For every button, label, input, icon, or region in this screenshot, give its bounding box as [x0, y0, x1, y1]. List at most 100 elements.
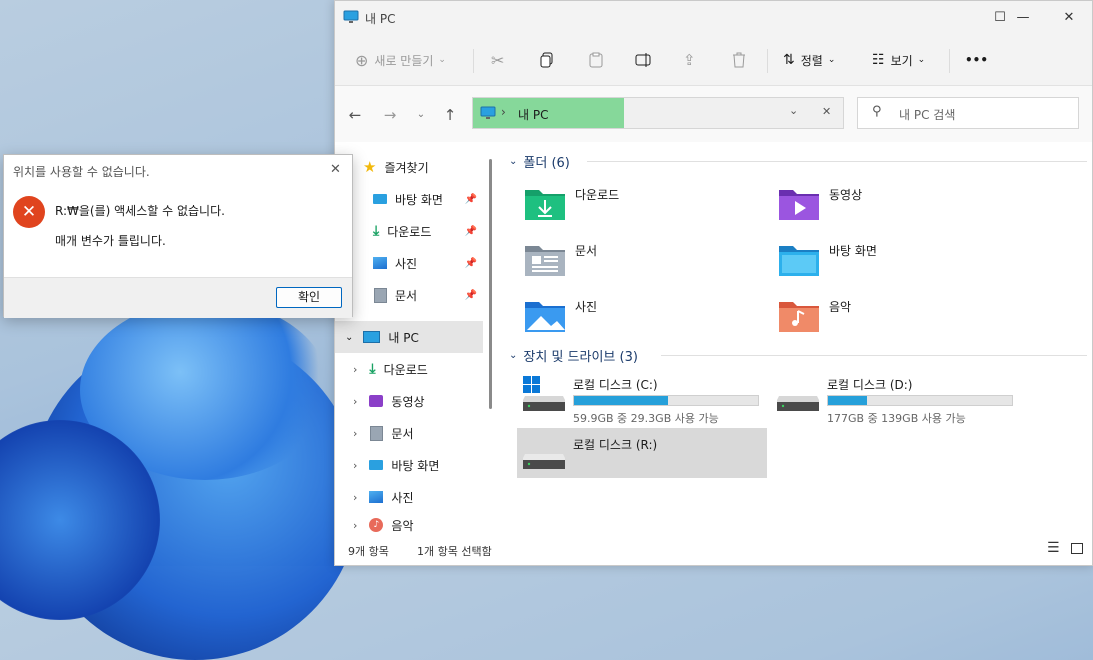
pin-icon[interactable]: 📌	[465, 194, 477, 205]
sort-button[interactable]: ⇅ 정렬 ⌄	[783, 47, 835, 73]
documents-icon	[374, 287, 387, 303]
sidebar-item-label: 다운로드	[387, 224, 432, 239]
chevron-down-icon: ⌄	[416, 109, 426, 120]
back-button[interactable]: ←	[345, 105, 365, 125]
search-input[interactable]: 내 PC 검색	[899, 106, 955, 123]
sidebar-item-pc-downloads[interactable]: › ⤓ 다운로드	[335, 353, 483, 385]
address-bar[interactable]: › 내 PC ⌄ ✕	[472, 97, 844, 129]
sidebar-item-pc-documents[interactable]: › 문서	[335, 417, 483, 449]
copy-button[interactable]	[540, 47, 554, 73]
address-clear-icon[interactable]: ✕	[822, 105, 831, 118]
view-icon: ☷	[872, 52, 885, 68]
search-icon: ⚲	[872, 104, 882, 119]
this-pc-icon	[363, 331, 381, 343]
new-button[interactable]: ⊕ 새로 만들기 ⌄	[355, 47, 446, 73]
dialog-footer: 확인	[4, 277, 352, 318]
chevron-right-icon[interactable]: ›	[353, 363, 357, 376]
breadcrumb[interactable]: 내 PC	[518, 106, 548, 123]
pin-icon[interactable]: 📌	[465, 258, 477, 269]
folder-videos[interactable]: 동영상	[777, 180, 862, 228]
star-icon: ★	[363, 158, 377, 176]
sidebar-item-this-pc[interactable]: ⌄ 내 PC	[335, 321, 483, 353]
drive-d[interactable]: 로컬 디스크 (D:) 177GB 중 139GB 사용 가능	[771, 374, 1019, 425]
dialog-close-button[interactable]: ✕	[330, 162, 341, 177]
view-button[interactable]: ☷ 보기 ⌄	[872, 47, 925, 73]
arrow-up-icon: ↑	[443, 106, 457, 124]
paste-button[interactable]	[588, 47, 604, 73]
chevron-right-icon[interactable]: ›	[353, 491, 357, 504]
download-icon: ⤓	[369, 361, 376, 377]
pin-icon[interactable]: 📌	[465, 226, 477, 237]
folder-downloads[interactable]: 다운로드	[523, 180, 619, 228]
close-button[interactable]: ✕	[1046, 1, 1092, 33]
chevron-right-icon[interactable]: ›	[353, 427, 357, 440]
rename-icon	[635, 53, 651, 67]
ok-button[interactable]: 확인	[276, 287, 342, 308]
documents-icon	[370, 425, 384, 441]
chevron-down-icon: ⌄	[438, 55, 446, 65]
plus-icon: ⊕	[355, 50, 369, 70]
sidebar-scrollbar[interactable]	[489, 159, 492, 409]
sidebar-item-pc-pictures[interactable]: › 사진	[335, 481, 483, 513]
forward-button[interactable]: →	[380, 105, 400, 125]
sidebar-item-pc-videos[interactable]: › 동영상	[335, 385, 483, 417]
sidebar-item-downloads[interactable]: ⤓ 다운로드 📌	[335, 215, 483, 247]
group-title: 장치 및 드라이브 (3)	[523, 350, 638, 365]
this-pc-icon	[343, 10, 359, 23]
folder-pictures[interactable]: 사진	[523, 292, 597, 340]
pictures-icon	[369, 491, 384, 503]
delete-button[interactable]	[732, 47, 746, 73]
new-label: 새로 만들기	[374, 53, 434, 68]
sidebar-item-desktop[interactable]: 바탕 화면 📌	[335, 183, 483, 215]
sidebar-item-label: 동영상	[391, 394, 425, 409]
toolbar-divider	[767, 49, 768, 73]
toolbar-divider	[473, 49, 474, 73]
music-folder-icon	[779, 302, 819, 332]
sidebar-item-label: 바탕 화면	[395, 192, 443, 207]
pin-icon[interactable]: 📌	[465, 290, 477, 301]
share-button[interactable]: ⇪	[683, 47, 696, 73]
search-box[interactable]: ⚲ 내 PC 검색	[857, 97, 1079, 129]
chevron-right-icon[interactable]: ›	[353, 459, 357, 472]
drive-name: 로컬 디스크 (C:)	[573, 378, 658, 392]
trash-icon	[733, 52, 745, 68]
navigation-row: ← → ⌄ ↑ › 내 PC ⌄ ✕ ⚲ 내 PC 검색	[335, 86, 1092, 142]
folder-music[interactable]: 음악	[777, 292, 851, 340]
chevron-down-icon: ⌄	[509, 350, 518, 361]
sidebar-item-documents[interactable]: 문서 📌	[335, 279, 483, 311]
drive-usage-bar	[573, 395, 759, 406]
chevron-right-icon[interactable]: ›	[353, 519, 357, 532]
address-dropdown-icon[interactable]: ⌄	[789, 104, 798, 117]
folder-label: 다운로드	[575, 187, 620, 202]
drive-c[interactable]: 로컬 디스크 (C:) 59.9GB 중 29.3GB 사용 가능	[517, 374, 765, 425]
more-options-button[interactable]: •••	[965, 47, 988, 73]
chevron-down-icon: ⌄	[917, 55, 926, 65]
cut-button[interactable]: ✂	[491, 47, 504, 73]
share-icon: ⇪	[683, 51, 696, 69]
up-button[interactable]: ↑	[440, 105, 460, 125]
sidebar-item-pc-desktop[interactable]: › 바탕 화면	[335, 449, 483, 481]
dialog-message: R:₩을(를) 액세스할 수 없습니다.	[55, 204, 225, 218]
chevron-right-icon[interactable]: ›	[353, 395, 357, 408]
drive-r[interactable]: 로컬 디스크 (R:)	[517, 428, 767, 478]
drive-name: 로컬 디스크 (D:)	[827, 378, 913, 392]
details-view-icon[interactable]: ☰	[1047, 540, 1060, 556]
item-count: 9개 항목	[348, 545, 389, 558]
recent-locations-button[interactable]: ⌄	[411, 105, 431, 125]
group-divider	[587, 161, 1087, 162]
folder-desktop[interactable]: 바탕 화면	[777, 236, 877, 284]
rename-button[interactable]	[635, 47, 653, 73]
error-icon: ✕	[13, 196, 45, 228]
sidebar-item-pc-music[interactable]: › ♪ 음악	[335, 513, 483, 537]
folders-group-header[interactable]: ⌄ 폴더 (6)	[509, 152, 1087, 171]
sidebar-item-label: 내 PC	[388, 330, 419, 345]
drives-group-header[interactable]: ⌄ 장치 및 드라이브 (3)	[509, 346, 1087, 365]
maximize-button[interactable]: ☐	[977, 1, 1023, 33]
drive-free-space: 59.9GB 중 29.3GB 사용 가능	[573, 412, 719, 425]
sidebar-item-pictures[interactable]: 사진 📌	[335, 247, 483, 279]
tiles-view-icon[interactable]	[1071, 543, 1083, 554]
folder-documents[interactable]: 문서	[523, 236, 597, 284]
dialog-title: 위치를 사용할 수 없습니다.	[13, 165, 150, 179]
status-bar: 9개 항목 1개 항목 선택함 ☰	[335, 537, 1092, 565]
sidebar-item-quick-access[interactable]: ★ 즐겨찾기	[335, 151, 483, 183]
